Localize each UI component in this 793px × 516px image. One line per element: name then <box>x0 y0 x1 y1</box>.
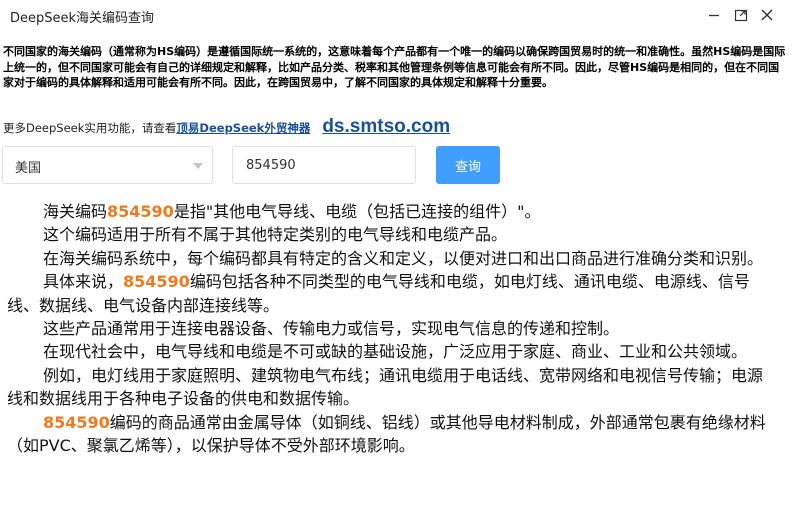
hs-code-input[interactable] <box>232 146 416 184</box>
promo-domain-link[interactable]: ds.smtso.com <box>322 116 450 138</box>
title-bar: DeepSeek海关编码查询 <box>0 0 793 32</box>
search-button[interactable]: 查询 <box>436 146 500 184</box>
content-fade <box>0 510 793 516</box>
promo-line: 更多DeepSeek实用功能，请查看 顶易DeepSeek外贸神器 ds.smt… <box>3 116 450 138</box>
result-paragraph: 这些产品通常用于连接电器设备、传输电力或信号，实现电气信息的传递和控制。 <box>43 319 620 339</box>
result-paragraph: 这个编码适用于所有不属于其他特定类别的电气导线和电缆产品。 <box>43 225 508 245</box>
maximize-button[interactable] <box>730 4 752 26</box>
result-paragraph: 具体来说，854590编码包括各种不同类型的电气导线和电缆，如电灯线、通讯电缆、… <box>7 272 750 315</box>
hs-code-highlight: 854590 <box>43 412 110 432</box>
minimize-icon <box>709 14 719 17</box>
promo-link[interactable]: 顶易DeepSeek外贸神器 <box>176 120 310 136</box>
hs-code-highlight: 854590 <box>123 272 190 292</box>
country-select[interactable]: 美国 <box>2 146 213 184</box>
result-paragraph: 海关编码854590是指"其他电气导线、电缆（包括已连接的组件）"。 <box>43 202 541 221</box>
caret-down-icon <box>193 163 203 169</box>
result-content: 海关编码854590是指"其他电气导线、电缆（包括已连接的组件）"。 这个编码适… <box>7 200 775 457</box>
close-button[interactable] <box>756 4 778 26</box>
result-paragraph: 例如，电灯线用于家庭照明、建筑物电气布线；通讯电缆用于电话线、宽带网络和电视信号… <box>7 365 764 409</box>
app-title: DeepSeek海关编码查询 <box>10 11 155 26</box>
hs-code-intro: 不同国家的海关编码（通常称为HS编码）是遵循国际统一系统的，这意味着每个产品都有… <box>3 45 786 89</box>
result-paragraph: 854590编码的商品通常由金属导体（如铜线、铝线）或其他导电材料制成，外部通常… <box>7 412 766 456</box>
maximize-icon <box>734 9 748 22</box>
country-select-value: 美国 <box>15 161 42 176</box>
hs-code-highlight: 854590 <box>107 202 174 221</box>
minimize-button[interactable] <box>703 4 725 26</box>
close-icon <box>761 9 773 21</box>
result-paragraph: 在海关编码系统中，每个编码都具有特定的含义和定义，以便对进口和出口商品进行准确分… <box>43 248 764 268</box>
result-paragraph: 在现代社会中，电气导线和电缆是不可或缺的基础设施，广泛应用于家庭、商业、工业和公… <box>43 342 748 362</box>
promo-text: 更多DeepSeek实用功能，请查看 <box>3 121 177 135</box>
